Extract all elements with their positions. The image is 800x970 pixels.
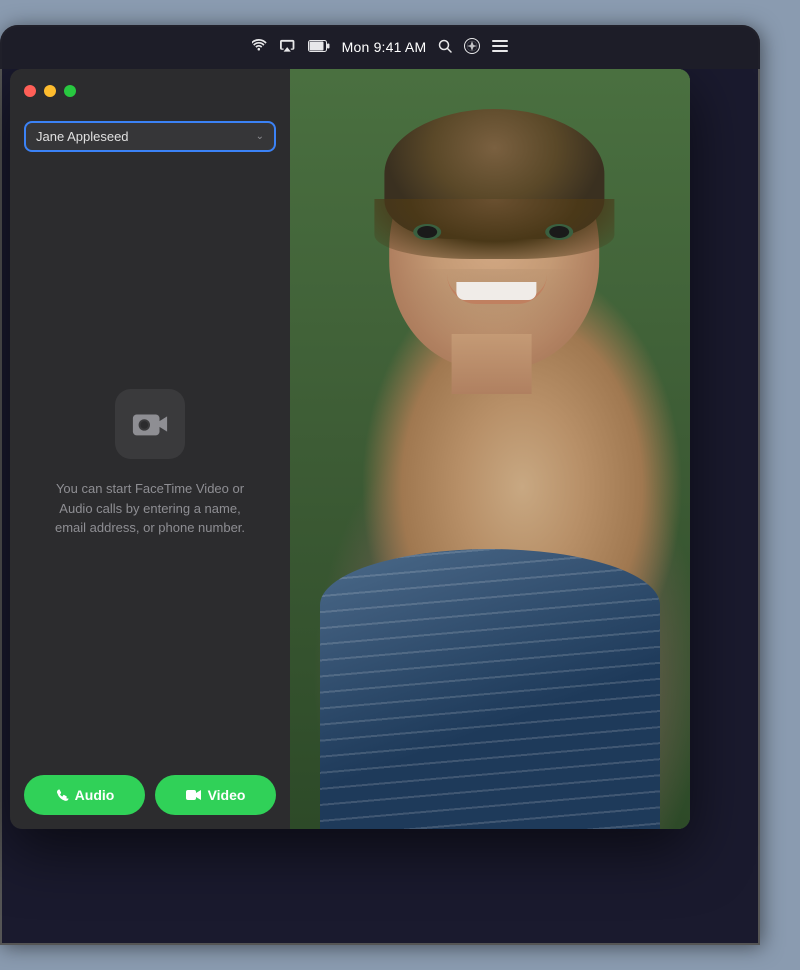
- person-teeth: [456, 282, 536, 300]
- menu-bar: Mon 9:41 AM: [0, 25, 760, 69]
- airplay-icon: [280, 39, 296, 56]
- left-panel: Jane Appleseed ⌄ You can start FaceTime …: [10, 69, 290, 829]
- hint-text: You can start FaceTime Video or Audio ca…: [45, 479, 255, 538]
- audio-call-button[interactable]: Audio: [24, 775, 145, 815]
- chevron-down-icon: ⌄: [256, 131, 264, 142]
- title-bar: [10, 69, 290, 113]
- bottom-buttons: Audio Video: [10, 761, 290, 829]
- phone-icon: [55, 788, 69, 802]
- app-window: Jane Appleseed ⌄ You can start FaceTime …: [10, 69, 690, 829]
- person-hair: [384, 109, 604, 239]
- person-shirt: [320, 549, 660, 829]
- battery-icon: [308, 40, 330, 55]
- safari-icon[interactable]: [464, 38, 480, 57]
- search-icon[interactable]: [438, 39, 452, 56]
- close-button[interactable]: [24, 85, 36, 97]
- person-neck: [452, 334, 532, 394]
- person-eyes: [413, 224, 573, 240]
- left-panel-content: You can start FaceTime Video or Audio ca…: [10, 166, 290, 761]
- menu-bar-time: Mon 9:41 AM: [342, 39, 427, 55]
- right-eye: [545, 224, 573, 240]
- video-call-button[interactable]: Video: [155, 775, 276, 815]
- search-field-container: Jane Appleseed ⌄: [10, 113, 290, 166]
- video-icon: [186, 789, 202, 801]
- person-photo: [290, 69, 690, 829]
- minimize-button[interactable]: [44, 85, 56, 97]
- mac-frame: Mon 9:41 AM: [0, 25, 760, 945]
- camera-icon: [131, 405, 169, 443]
- left-eye: [413, 224, 441, 240]
- maximize-button[interactable]: [64, 85, 76, 97]
- camera-icon-container: [115, 389, 185, 459]
- hamburger-menu-icon[interactable]: [492, 40, 508, 55]
- contact-search-field[interactable]: Jane Appleseed ⌄: [24, 121, 276, 152]
- menu-bar-center: Mon 9:41 AM: [252, 38, 509, 57]
- right-panel-photo: [290, 69, 690, 829]
- contact-name-value: Jane Appleseed: [36, 129, 129, 144]
- wifi-icon: [252, 39, 268, 55]
